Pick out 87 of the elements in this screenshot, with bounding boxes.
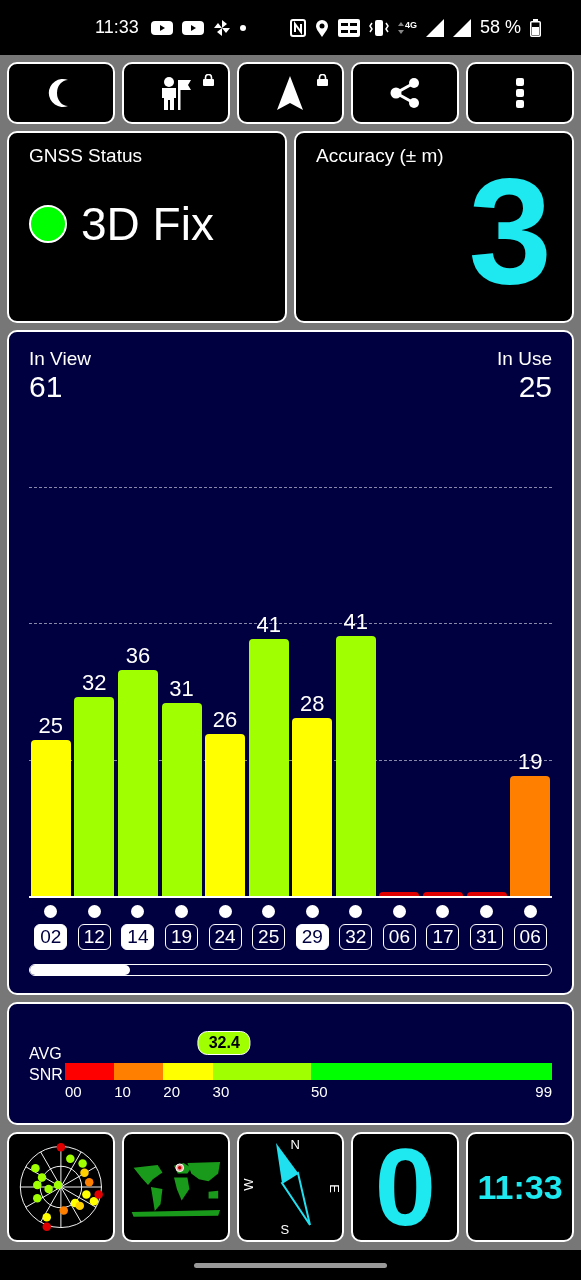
widget-tile[interactable]: N E S W [236,1132,345,1242]
satellite-dot [87,905,101,918]
clock-time: 11:33 [477,1167,563,1207]
toolbar-button[interactable] [351,62,460,124]
compass-direction: W [241,1178,257,1191]
video-app-icon [181,19,204,36]
satellite-dot [175,905,188,918]
data-arrows-icon [397,21,404,34]
satellite-dot [480,905,494,918]
navigation-arrow-icon [277,76,304,110]
in-view-label: In View [29,348,91,370]
satellite-dot [305,905,319,918]
network-type: 4G [404,19,417,30]
toolbar-button[interactable] [236,62,345,124]
speed-value: 0 [374,1134,436,1240]
more-options-icon [515,78,526,108]
volte-icon [337,18,360,37]
battery-icon [530,18,541,37]
fix-status: 3D Fix [81,197,214,251]
location-pin-icon [314,18,329,37]
snr-value: 41 [256,612,281,638]
signal-icon [452,18,471,37]
satellite-id: 14 [121,924,155,950]
scale-label: 30 [212,1083,230,1100]
snr-value: 31 [169,676,194,702]
snr-label: SNR [29,1065,64,1085]
satellite-dot [436,905,450,918]
snr-value-bubble: 32.4 [197,1031,251,1055]
snr-value: 36 [125,643,151,669]
lock-icon [317,74,329,86]
pinwheel-icon [212,18,231,37]
snr-value: 32 [82,670,107,696]
nfc-icon [289,18,306,37]
satellite-dot [392,905,406,918]
snr-value: 19 [517,749,543,775]
avg-label: AVG [29,1044,63,1064]
scale-label: 99 [535,1083,552,1100]
satellite-id: 32 [339,924,373,950]
widget-tile[interactable]: 11:33 [466,1132,574,1242]
signal-icon [425,18,444,37]
satellite-dot [44,905,58,918]
home-handle[interactable] [194,1262,387,1268]
scale-label: 20 [163,1083,181,1100]
snr-value: 41 [343,609,369,635]
widget-tile[interactable]: 0 [351,1132,460,1242]
toolbar-button[interactable] [121,62,230,124]
satellite-id: 25 [252,924,286,950]
satellite-dot [349,905,363,918]
card-title: Accuracy (± m) [316,145,444,167]
snr-value: 28 [300,691,325,717]
person-with-flag-icon [160,76,191,110]
accuracy-value: 3 [468,161,552,301]
scale-label: 00 [65,1083,82,1100]
battery-percent: 58 % [479,17,521,38]
snr-value: 26 [212,707,238,733]
satellite-id: 24 [208,924,242,950]
notification-dot-icon [239,24,246,31]
scale-label: 50 [310,1083,328,1100]
share-icon [390,78,421,108]
toolbar-button[interactable] [7,62,115,124]
compass-direction: S [280,1222,290,1237]
satellite-id: 12 [77,924,111,950]
satellite-id: 19 [165,924,198,950]
compass-direction: N [290,1137,300,1152]
lock-icon [202,74,214,86]
satellite-id: 02 [34,924,68,950]
vibrate-icon [368,18,389,37]
satellite-dot [131,905,145,918]
in-use-label: In Use [497,348,552,370]
satellite-id: 06 [382,924,416,950]
satellite-dot [523,905,537,918]
snr-value: 25 [38,713,63,739]
in-use-count: 25 [518,370,552,404]
scale-label: 10 [114,1083,131,1100]
in-view-count: 61 [29,370,63,404]
satellite-id: 17 [426,924,460,950]
satellite-dot [218,905,232,918]
satellite-id: 31 [470,924,504,950]
satellite-id: 29 [295,924,329,950]
clock-time: 11:33 [95,17,139,38]
satellite-dot [262,905,276,918]
video-app-icon [150,19,173,36]
satellite-id: 06 [513,924,547,950]
toolbar-button[interactable] [466,62,574,124]
card-title: GNSS Status [29,145,142,167]
scroll-thumb[interactable] [30,965,130,975]
compass-direction: E [326,1184,342,1193]
